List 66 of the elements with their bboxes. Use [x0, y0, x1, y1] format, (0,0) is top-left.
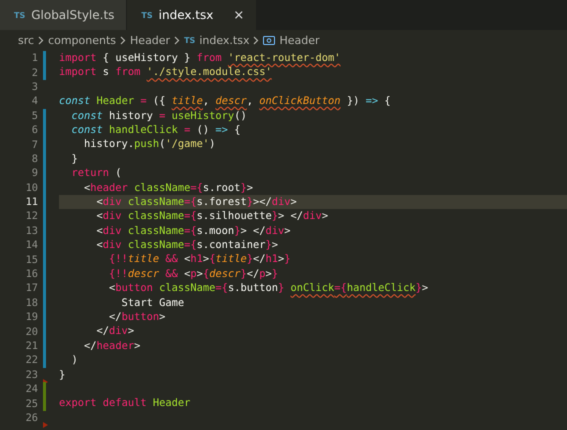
code-line: history.push('/game') — [83, 137, 216, 152]
code-line: <header className={s.root}> — [83, 180, 254, 195]
code-line: } — [59, 368, 66, 382]
line-number: 6 — [30, 124, 38, 136]
code-line: ) — [70, 353, 79, 368]
code-line: <div className={s.silhouette}> </div> — [96, 209, 330, 224]
ts-file-icon: TS — [14, 10, 26, 20]
code-line: return ( — [70, 166, 123, 181]
code-line: </button> — [108, 310, 166, 324]
line-number: 23 — [24, 368, 38, 381]
line-number: 25 — [24, 398, 38, 410]
editor-tab[interactable]: TS index.tsx × — [127, 0, 258, 30]
ts-file-icon: TS — [141, 10, 153, 20]
chevron-right-icon — [174, 36, 180, 44]
code-line: <div className={s.container}> — [96, 238, 280, 252]
code-line: {!!descr && <p>{descr}</p>} — [108, 266, 280, 282]
line-number: 15 — [24, 254, 38, 266]
chevron-right-icon — [253, 36, 260, 44]
code-line: </header> — [83, 338, 142, 354]
tab-label: GlobalStyle.ts — [31, 8, 114, 22]
line-number: 24 — [24, 383, 38, 396]
editor-tab[interactable]: TS GlobalStyle.ts — [0, 0, 128, 30]
line-number: 16 — [24, 268, 38, 280]
ts-file-icon: TS — [184, 36, 196, 44]
code-line: import s from './style.module.css' — [59, 65, 273, 80]
line-number: 26 — [24, 412, 38, 424]
code-line: export default Header — [59, 396, 192, 411]
line-number: 3 — [30, 80, 38, 93]
line-number: 17 — [24, 282, 38, 294]
line-number: 18 — [24, 296, 38, 309]
code-line: Start Game — [120, 296, 186, 310]
breadcrumb-item[interactable]: Header — [279, 34, 320, 46]
line-number: 21 — [24, 340, 38, 352]
chevron-right-icon — [120, 36, 126, 44]
line-number: 7 — [30, 138, 38, 151]
line-number: 11 — [24, 196, 38, 208]
line-number: 13 — [24, 224, 38, 237]
breadcrumb-item[interactable]: src — [18, 34, 34, 46]
line-number: 12 — [24, 210, 38, 222]
code-line: import { useHistory } from 'react-router-dom' — [59, 51, 342, 66]
code-line: } — [70, 152, 79, 166]
code-line: const history = useHistory() — [70, 108, 248, 123]
breadcrumb-item[interactable]: Header — [130, 34, 170, 46]
close-icon[interactable]: × — [233, 8, 244, 22]
line-number: 2 — [30, 66, 38, 79]
line-number: 5 — [30, 110, 38, 122]
code-line: const Header = ({ title, descr, onClickButton }) => { — [59, 94, 392, 109]
code-line: <button className={s.button} onClick={handleClick}> — [108, 281, 430, 296]
line-number: 19 — [24, 311, 38, 324]
code-line: </div> — [96, 324, 136, 339]
breadcrumb-item[interactable]: components — [48, 34, 116, 46]
symbol-icon — [263, 36, 276, 44]
code-line: <div className={s.moon}> </div> — [96, 224, 292, 238]
breadcrumb-item[interactable]: index.tsx — [199, 34, 250, 46]
chevron-right-icon — [38, 36, 44, 44]
line-number: 8 — [30, 152, 38, 165]
code-line: {!!title && <h1>{title}</h1>} — [108, 252, 292, 267]
line-number: 20 — [24, 326, 38, 338]
line-number: 9 — [30, 167, 38, 180]
tab-label: index.tsx — [158, 8, 214, 22]
line-number: 22 — [24, 354, 38, 366]
line-number: 14 — [24, 239, 38, 252]
line-number: 4 — [30, 95, 38, 108]
code-line: const handleClick = () => { — [70, 122, 242, 138]
line-number: 10 — [24, 182, 38, 194]
line-number: 1 — [30, 52, 38, 64]
